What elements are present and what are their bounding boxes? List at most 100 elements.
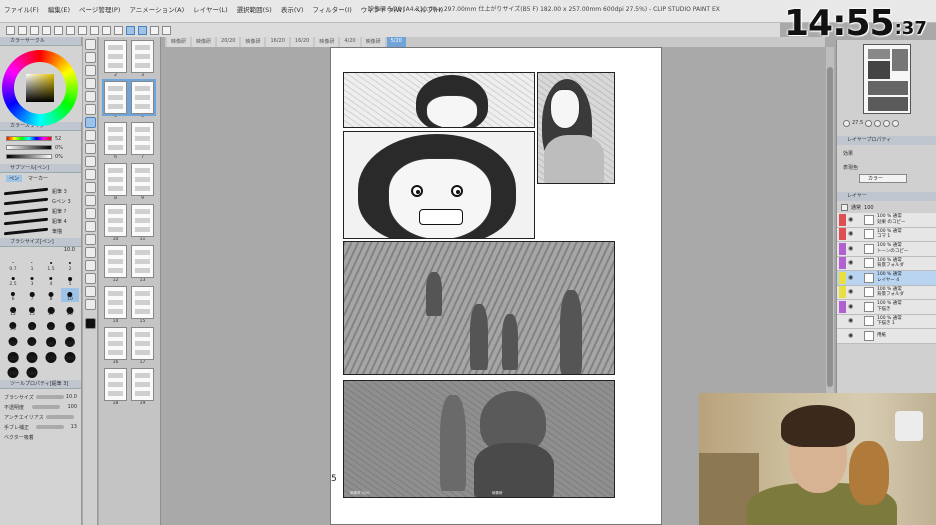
page-thumbnail[interactable] [131,368,154,401]
menu-filter[interactable]: フィルター(I) [312,4,351,14]
expression-color-select[interactable]: カラー [859,174,907,183]
page-thumbnail[interactable] [131,327,154,360]
navigator-preview[interactable] [863,44,911,114]
page-thumbnail[interactable] [104,286,127,319]
brush-size-cell[interactable]: 17 [42,303,60,317]
correct-line-tool-icon[interactable] [84,299,96,310]
brush-size-cell[interactable]: 2 [61,258,79,272]
page-thumbnail[interactable] [104,245,127,278]
color-swatch-icon[interactable] [84,318,96,329]
transform-icon[interactable] [90,25,99,35]
canvas-tab[interactable]: 映像研 [241,37,265,47]
zoom-in-icon[interactable] [865,119,873,127]
brush-size-cell[interactable]: 50 [61,318,79,332]
property-slider[interactable] [35,425,64,429]
brush-size-cell[interactable]: 250 [4,363,22,378]
canvas-tab[interactable]: 映像研 [167,37,191,47]
brush-size-cell[interactable]: 1 [23,258,41,272]
brush-size-cell[interactable]: 15 [23,303,41,317]
crop-icon[interactable] [114,25,123,35]
brush-size-cell[interactable]: 70 [23,333,41,347]
value-slider[interactable] [6,154,52,159]
gradient-tool-icon[interactable] [84,221,96,232]
page-thumbnail[interactable] [102,79,129,116]
layer-property-header[interactable]: レイヤープロパティ [837,136,936,145]
open-icon[interactable] [18,25,27,35]
undo-icon[interactable] [42,25,51,35]
brush-size-cell[interactable]: 12 [4,303,22,317]
brush-size-cell[interactable]: 10 [61,288,79,302]
canvas-tab[interactable]: 16/20 [266,37,289,47]
zoom-tool-icon[interactable] [84,52,96,63]
page-thumbnail[interactable] [129,79,156,116]
canvas-tab[interactable]: 4/20 [340,37,360,47]
hue-slider[interactable] [6,136,52,141]
brush-size-cell[interactable]: 40 [42,318,60,332]
new-file-icon[interactable] [6,25,15,35]
layer-panel-header[interactable]: レイヤー [837,192,936,201]
layer-row[interactable]: ◉ 100 % 通常 下描き 1 [837,314,936,329]
brush-size-cell[interactable]: 80 [42,333,60,347]
page-thumbnail[interactable] [131,122,154,155]
page-thumbnail[interactable] [104,368,127,401]
rotate-right-icon[interactable] [883,119,891,127]
rotate-left-icon[interactable] [874,119,882,127]
brush-size-cell[interactable]: 5 [61,273,79,287]
deselect-icon[interactable] [102,25,111,35]
brush-size-cell[interactable]: 7 [23,288,41,302]
subtool-tab-pen[interactable]: ペン [6,175,23,182]
page-thumbnail[interactable] [104,163,127,196]
eye-icon[interactable]: ◉ [848,245,854,252]
canvas-tab[interactable]: 20/20 [217,37,240,47]
layer-lock-icon[interactable] [841,204,848,211]
brush-size-cell[interactable]: 2.5 [4,273,22,287]
frame-tool-icon[interactable] [84,247,96,258]
opacity-value[interactable]: 100 [864,205,874,211]
tool-property-row[interactable]: ブラシサイズ 10.0 [4,392,77,402]
brush-size-cell[interactable]: 170 [42,348,60,363]
settings-icon[interactable] [162,25,171,35]
page-thumbnail[interactable] [131,245,154,278]
brush-item[interactable]: Gペン 3 [4,196,77,206]
brush-size-cell[interactable]: 120 [4,348,22,363]
page-thumbnail[interactable] [104,327,127,360]
snap-grid-icon[interactable] [150,25,159,35]
save-icon[interactable] [30,25,39,35]
property-slider[interactable] [35,395,64,399]
eye-icon[interactable]: ◉ [848,274,854,281]
snap-ruler-icon[interactable] [126,25,135,35]
fill-icon[interactable] [78,25,87,35]
layer-row[interactable]: ◉ 100 % 通常 トーンのコピー [837,242,936,257]
figure-tool-icon[interactable] [84,234,96,245]
menu-animation[interactable]: アニメーション(A) [129,4,184,14]
menu-layer[interactable]: レイヤー(L) [193,4,228,14]
brush-size-cell[interactable]: 30 [23,318,41,332]
blend-mode-select[interactable]: 通常 [851,204,861,211]
color-wheel[interactable] [2,50,78,126]
brush-size-cell[interactable]: 25 [4,318,22,332]
ruler-tool-icon[interactable] [84,260,96,271]
eye-icon[interactable]: ◉ [848,231,854,237]
wand-tool-icon[interactable] [84,91,96,102]
menu-page[interactable]: ページ管理(P) [79,4,120,14]
menu-selection[interactable]: 選択範囲(S) [237,4,272,14]
property-slider[interactable] [46,415,75,419]
brush-item[interactable]: 筆描 [4,226,77,236]
page-thumbnail[interactable] [131,286,154,319]
saturation-square[interactable] [26,74,54,102]
brush-size-cell[interactable]: 3 [23,273,41,287]
redo-icon[interactable] [54,25,63,35]
canvas-tab[interactable]: 映像研 [315,37,339,47]
layer-row[interactable]: ◉ 100 % 通常 コマ 1 [837,227,936,242]
saturation-slider[interactable] [6,145,52,150]
blend-tool-icon[interactable] [84,195,96,206]
eyedropper-tool-icon[interactable] [84,104,96,115]
layer-row[interactable]: ◉ 100 % 通常 効果 のコピー [837,213,936,228]
tool-property-row[interactable]: 手ブレ補正 13 [4,422,77,432]
brush-size-cell[interactable]: 1.5 [42,258,60,272]
page-thumbnail[interactable] [104,204,127,237]
tool-property-row[interactable]: ベクター吸着 [4,432,77,442]
fill-tool-icon[interactable] [84,208,96,219]
brush-tool-icon[interactable] [84,143,96,154]
eye-icon[interactable]: ◉ [848,332,854,339]
